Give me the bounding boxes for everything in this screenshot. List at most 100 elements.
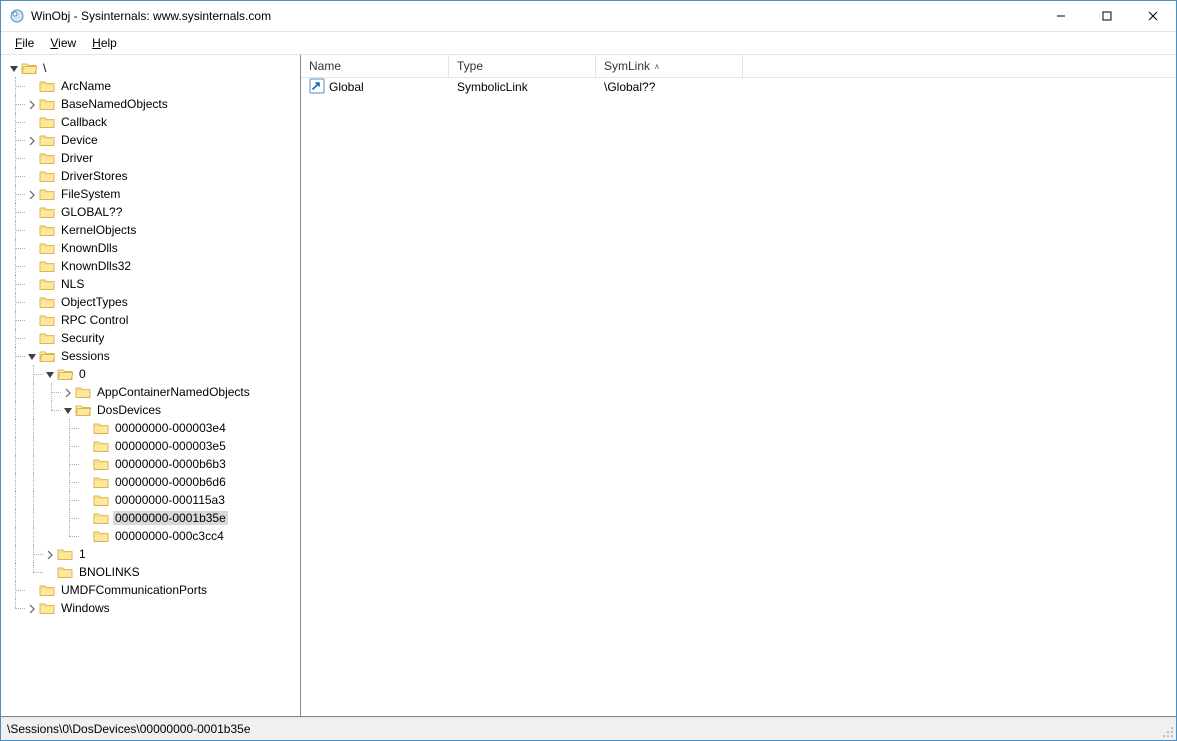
expander-closed-icon[interactable] (25, 98, 37, 110)
status-path: \Sessions\0\DosDevices\00000000-0001b35e (7, 722, 251, 736)
tree-item-label: DriverStores (59, 169, 130, 183)
tree-item[interactable]: 0 (1, 365, 300, 383)
tree-item-label: BaseNamedObjects (59, 97, 170, 111)
tree-item-label: Windows (59, 601, 112, 615)
folder-icon (39, 133, 55, 147)
tree-item-label: ArcName (59, 79, 113, 93)
folder-icon (39, 205, 55, 219)
column-header-name-label: Name (309, 59, 341, 73)
tree-item[interactable]: GLOBAL?? (1, 203, 300, 221)
tree-item-label: FileSystem (59, 187, 122, 201)
tree-item[interactable]: Security (1, 329, 300, 347)
expander-none (25, 80, 37, 92)
tree-item[interactable]: DosDevices (1, 401, 300, 419)
tree-item[interactable]: ObjectTypes (1, 293, 300, 311)
tree-item-label: 00000000-0001b35e (113, 511, 228, 525)
resize-grip-icon[interactable] (1162, 726, 1174, 738)
tree-item[interactable]: 00000000-0001b35e (1, 509, 300, 527)
content-area: \ ArcName BaseNamedObjects Callback Device Dr… (1, 55, 1176, 717)
tree-item-label: 00000000-0000b6b3 (113, 457, 228, 471)
tree-item[interactable]: BaseNamedObjects (1, 95, 300, 113)
maximize-button[interactable] (1084, 1, 1130, 31)
expander-closed-icon[interactable] (25, 602, 37, 614)
menu-view[interactable]: View (42, 34, 84, 52)
tree-item-label: ObjectTypes (59, 295, 130, 309)
expander-open-icon[interactable] (43, 368, 55, 380)
tree-item[interactable]: RPC Control (1, 311, 300, 329)
tree-item-label: 00000000-0000b6d6 (113, 475, 228, 489)
tree-pane[interactable]: \ ArcName BaseNamedObjects Callback Device Dr… (1, 55, 301, 717)
tree-item[interactable]: ArcName (1, 77, 300, 95)
tree-item[interactable]: NLS (1, 275, 300, 293)
list-header: Name Type SymLink ∧ (301, 55, 1176, 78)
tree-item-label: DosDevices (95, 403, 163, 417)
expander-none (79, 494, 91, 506)
tree-item-label: NLS (59, 277, 86, 291)
column-header-symlink[interactable]: SymLink ∧ (596, 55, 743, 77)
tree-item[interactable]: 00000000-0000b6b3 (1, 455, 300, 473)
tree-item[interactable]: AppContainerNamedObjects (1, 383, 300, 401)
list-cell-type: SymbolicLink (457, 80, 528, 94)
expander-none (79, 512, 91, 524)
window-title: WinObj - Sysinternals: www.sysinternals.… (31, 9, 271, 23)
tree-item[interactable]: 1 (1, 545, 300, 563)
tree-item[interactable]: Driver (1, 149, 300, 167)
minimize-button[interactable] (1038, 1, 1084, 31)
tree-item-label: UMDFCommunicationPorts (59, 583, 209, 597)
tree-item[interactable]: DriverStores (1, 167, 300, 185)
tree-item[interactable]: FileSystem (1, 185, 300, 203)
folder-open-icon (21, 61, 37, 75)
menu-file[interactable]: File (7, 34, 42, 52)
tree-item[interactable]: 00000000-0000b6d6 (1, 473, 300, 491)
tree-item[interactable]: UMDFCommunicationPorts (1, 581, 300, 599)
folder-icon (39, 187, 55, 201)
tree-item[interactable]: 00000000-000c3cc4 (1, 527, 300, 545)
expander-open-icon[interactable] (25, 350, 37, 362)
list-row[interactable]: Global SymbolicLink \Global?? (301, 78, 1176, 96)
folder-icon (39, 151, 55, 165)
folder-icon (39, 259, 55, 273)
folder-icon (93, 421, 109, 435)
tree-item-label: Callback (59, 115, 109, 129)
expander-none (79, 440, 91, 452)
tree-item-label: Device (59, 133, 100, 147)
expander-closed-icon[interactable] (25, 134, 37, 146)
column-header-name[interactable]: Name (301, 55, 449, 77)
tree-item-label: GLOBAL?? (59, 205, 124, 219)
tree-item[interactable]: BNOLINKS (1, 563, 300, 581)
folder-icon (57, 565, 73, 579)
tree-item[interactable]: 00000000-000003e5 (1, 437, 300, 455)
tree-item[interactable]: KernelObjects (1, 221, 300, 239)
expander-none (25, 206, 37, 218)
expander-open-icon[interactable] (61, 404, 73, 416)
tree-item[interactable]: 00000000-000115a3 (1, 491, 300, 509)
tree-item[interactable]: KnownDlls32 (1, 257, 300, 275)
expander-none (25, 314, 37, 326)
tree-item[interactable]: Windows (1, 599, 300, 617)
list-cell-name: Global (329, 80, 364, 94)
folder-icon (39, 601, 55, 615)
expander-none (79, 530, 91, 542)
close-button[interactable] (1130, 1, 1176, 31)
folder-open-icon (39, 349, 55, 363)
expander-open-icon[interactable] (7, 62, 19, 74)
tree-item[interactable]: 00000000-000003e4 (1, 419, 300, 437)
app-icon (9, 8, 25, 24)
folder-icon (39, 313, 55, 327)
tree-item-root[interactable]: \ (1, 59, 300, 77)
expander-none (25, 242, 37, 254)
tree-item[interactable]: Device (1, 131, 300, 149)
expander-closed-icon[interactable] (61, 386, 73, 398)
expander-closed-icon[interactable] (25, 188, 37, 200)
tree-item[interactable]: Callback (1, 113, 300, 131)
menu-help[interactable]: Help (84, 34, 125, 52)
column-header-type[interactable]: Type (449, 55, 596, 77)
expander-closed-icon[interactable] (43, 548, 55, 560)
list-cell-symlink: \Global?? (604, 80, 655, 94)
app-window: WinObj - Sysinternals: www.sysinternals.… (0, 0, 1177, 741)
tree-item[interactable]: KnownDlls (1, 239, 300, 257)
folder-icon (75, 385, 91, 399)
list-body[interactable]: Global SymbolicLink \Global?? (301, 78, 1176, 716)
folder-icon (39, 295, 55, 309)
tree-item[interactable]: Sessions (1, 347, 300, 365)
